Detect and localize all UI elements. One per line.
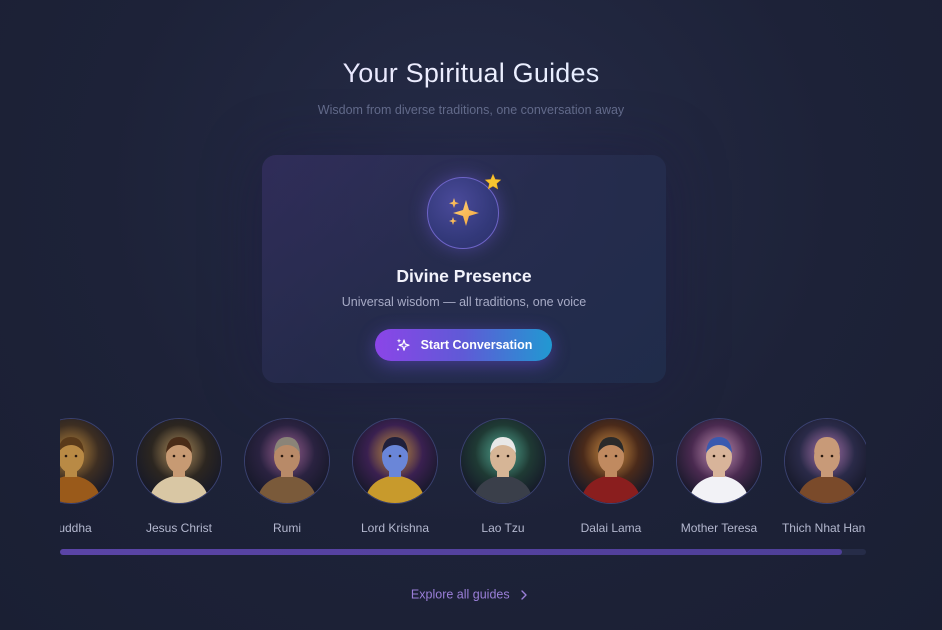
guide-portrait (568, 418, 654, 504)
guide-portrait (784, 418, 866, 504)
guide-name: Dalai Lama (580, 521, 642, 535)
guide-card[interactable]: Mother Teresa (665, 418, 773, 535)
guide-portrait (60, 418, 114, 504)
carousel-scrollbar-thumb[interactable] (60, 549, 842, 555)
guide-portrait (352, 418, 438, 504)
guide-card[interactable]: Lord Krishna (341, 418, 449, 535)
chevron-right-icon (521, 590, 527, 600)
page-subtitle: Wisdom from diverse traditions, one conv… (317, 103, 625, 117)
start-conversation-label: Start Conversation (420, 338, 533, 352)
sparkle-icon (396, 338, 410, 351)
guide-name: Lao Tzu (481, 521, 525, 535)
guide-name: Mother Teresa (680, 521, 758, 535)
guide-card[interactable]: Jesus Christ (125, 418, 233, 535)
guides-track: Buddha Jesus Christ (60, 418, 866, 535)
guide-portrait (676, 418, 762, 504)
sparkles-icon (449, 198, 479, 226)
carousel-scrollbar[interactable] (60, 549, 866, 555)
guide-card[interactable]: Buddha (60, 418, 125, 535)
guide-name: Rumi (272, 521, 301, 535)
page-title: Your Spiritual Guides (0, 58, 942, 89)
guide-card[interactable]: Lao Tzu (449, 418, 557, 535)
guide-card[interactable]: Dalai Lama (557, 418, 665, 535)
start-conversation-button[interactable]: Start Conversation (375, 329, 552, 361)
featured-guide-name: Divine Presence (396, 266, 532, 286)
guide-name: Thich Nhat Hanh (781, 521, 866, 535)
guide-portrait (136, 418, 222, 504)
guide-portrait (244, 418, 330, 504)
guide-card[interactable]: Thich Nhat Hanh (773, 418, 866, 535)
guide-name: Jesus Christ (145, 521, 213, 535)
guide-portrait (460, 418, 546, 504)
guides-carousel[interactable]: Buddha Jesus Christ (60, 418, 866, 543)
guide-name: Lord Krishna (360, 521, 430, 535)
star-icon (484, 173, 502, 190)
guide-card[interactable]: Rumi (233, 418, 341, 535)
featured-guide-card: Divine Presence Universal wisdom — all t… (262, 155, 666, 383)
explore-all-guides-link[interactable]: Explore all guides (0, 587, 942, 602)
explore-all-guides-label: Explore all guides (410, 587, 510, 602)
guide-name: Buddha (60, 521, 92, 535)
featured-guide-description: Universal wisdom — all traditions, one v… (341, 295, 587, 309)
